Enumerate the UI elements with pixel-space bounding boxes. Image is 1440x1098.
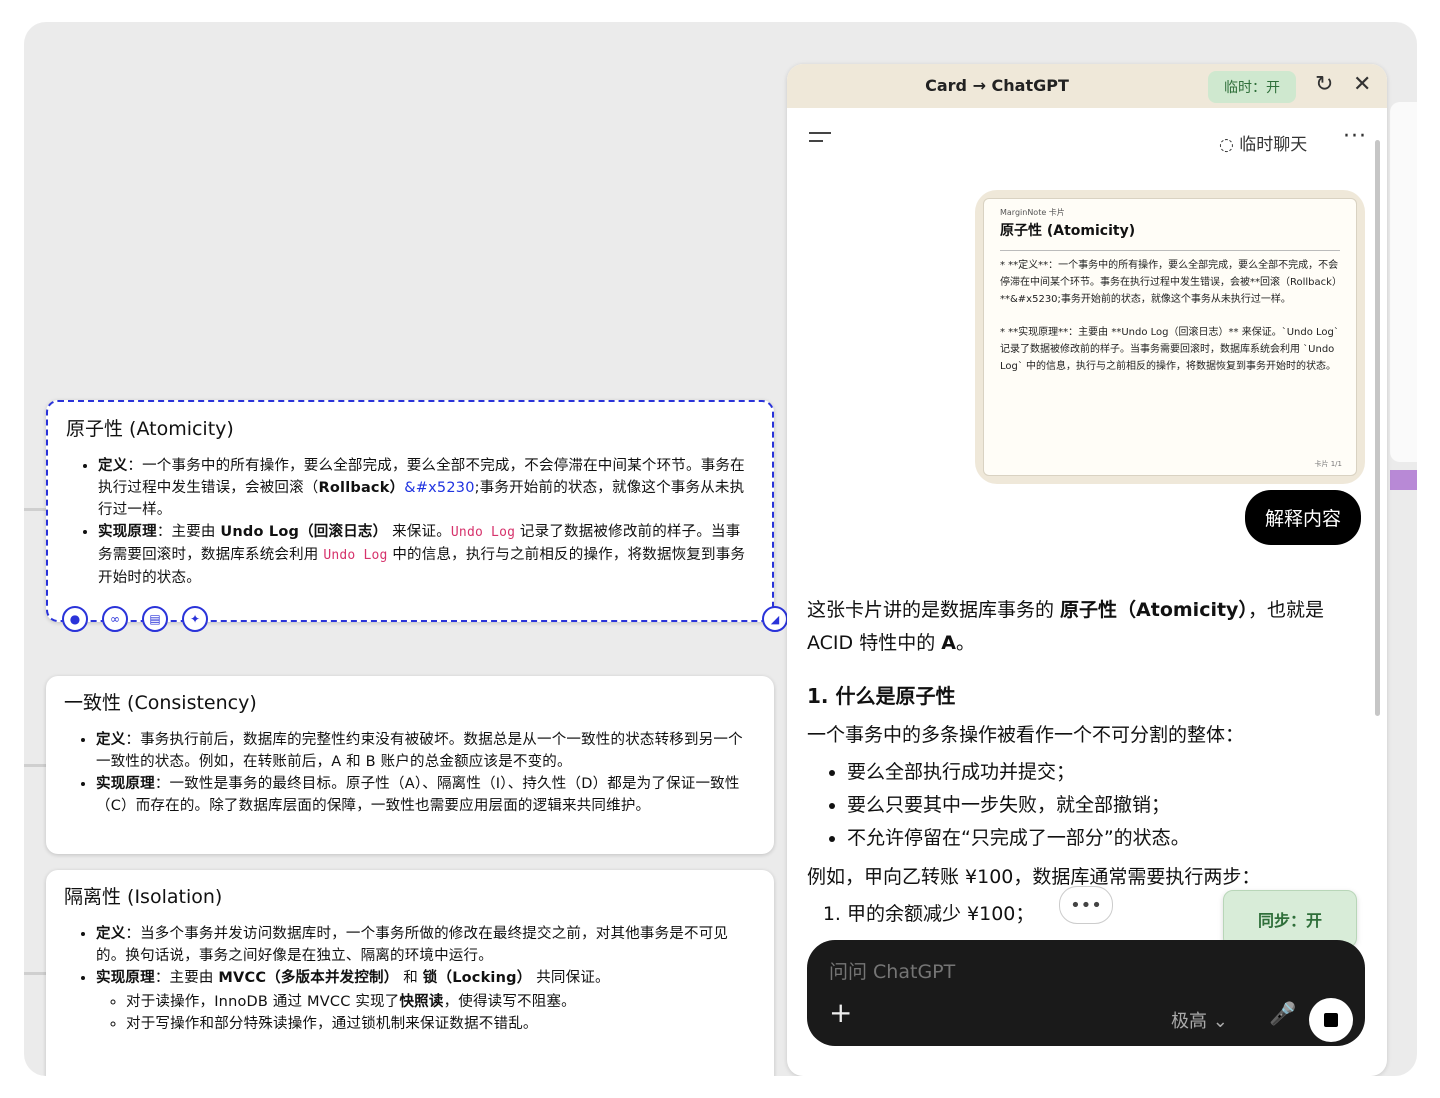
connector-line (24, 764, 46, 767)
side-tab[interactable] (1390, 470, 1417, 490)
card-title: 隔离性 (Isolation) (64, 886, 223, 908)
list-item: 实现原理：主要由 MVCC（多版本并发控制） 和 锁（Locking） 共同保证… (96, 967, 756, 1035)
microphone-icon[interactable]: 🎤 (1269, 1002, 1296, 1027)
more-actions-button[interactable]: ••• (1059, 886, 1113, 924)
refresh-icon[interactable]: ↻ (1315, 72, 1333, 97)
merge-icon[interactable]: ▤ (142, 606, 168, 632)
card-toolbar: ● ∞ ▤ ✦ (62, 606, 208, 632)
card-list: 定义：事务执行前后，数据库的完整性约束没有被破坏。数据总是从一个一致性的状态转移… (64, 729, 756, 817)
model-selector[interactable]: 极高 ⌄ (1171, 1007, 1228, 1033)
composer: + 极高 ⌄ 🎤 (807, 940, 1365, 1046)
answer-bullets: 要么全部执行成功并提交； 要么只要其中一步失败，就全部撤销； 不允许停留在“只完… (807, 756, 1367, 855)
list-item: 对于读操作，InnoDB 通过 MVCC 实现了快照读，使得读写不阻塞。 (126, 991, 756, 1013)
answer-paragraph: 一个事务中的多条操作被看作一个不可分割的整体： (807, 724, 1245, 746)
connector-line (24, 972, 46, 975)
stop-button[interactable] (1309, 998, 1353, 1042)
assistant-message: 这张卡片讲的是数据库事务的 原子性（Atomicity），也就是 ACID 特性… (807, 594, 1367, 931)
menu-icon[interactable] (809, 132, 831, 148)
list-item: 实现原理：一致性是事务的最终目标。原子性（A）、隔离性（I）、持久性（D）都是为… (96, 773, 756, 817)
note-paragraph: * **实现原理**：主要由 **Undo Log（回滚日志）** 来保证。`U… (1000, 327, 1339, 372)
answer-intro: 这张卡片讲的是数据库事务的 原子性（Atomicity），也就是 ACID 特性… (807, 599, 1324, 654)
card-list: 定义：当多个事务并发访问数据库时，一个事务所做的修改在最终提交之前，对其他事务是… (64, 923, 756, 1035)
temp-toggle-button[interactable]: 临时：开 (1208, 71, 1296, 103)
card-consistency[interactable]: 一致性 (Consistency) 定义：事务执行前后，数据库的完整性约束没有被… (46, 676, 774, 854)
close-icon[interactable]: ✕ (1353, 72, 1371, 97)
list-item: 不允许停留在“只完成了一部分”的状态。 (847, 822, 1367, 855)
sparkle-icon[interactable]: ✦ (182, 606, 208, 632)
side-toolbar (1390, 102, 1417, 462)
comment-icon[interactable]: ● (62, 606, 88, 632)
list-item: 要么只要其中一步失败，就全部撤销； (847, 789, 1367, 822)
note-app-label: MarginNote 卡片 (1000, 208, 1065, 217)
sub-list: 对于读操作，InnoDB 通过 MVCC 实现了快照读，使得读写不阻塞。 对于写… (96, 991, 756, 1035)
card-isolation[interactable]: 隔离性 (Isolation) 定义：当多个事务并发访问数据库时，一个事务所做的… (46, 870, 774, 1076)
note-paragraph: * **定义**：一个事务中的所有操作，要么全部完成，要么全部不完成，不会停滞在… (1000, 260, 1339, 305)
app-window: 原子性 (Atomicity) 定义：一个事务中的所有操作，要么全部完成，要么全… (24, 22, 1417, 1076)
plus-icon[interactable]: + (829, 996, 852, 1029)
chat-input[interactable] (827, 960, 1231, 984)
list-item: 对于写操作和部分特殊读操作，通过锁机制来保证数据不错乱。 (126, 1013, 756, 1035)
stop-icon (1324, 1013, 1338, 1027)
list-item: 实现原理：主要由 Undo Log（回滚日志） 来保证。Undo Log 记录了… (98, 521, 754, 589)
list-item: 要么全部执行成功并提交； (847, 756, 1367, 789)
chat-panel: Card → ChatGPT 临时：开 ↻ ✕ ◌ 临时聊天 ··· Margi… (787, 64, 1387, 1076)
more-icon[interactable]: ··· (1343, 124, 1367, 149)
link-icon[interactable]: ∞ (102, 606, 128, 632)
panel-title: Card → ChatGPT (925, 76, 1069, 95)
card-atomicity[interactable]: 原子性 (Atomicity) 定义：一个事务中的所有操作，要么全部完成，要么全… (46, 400, 788, 632)
resize-handle-icon[interactable]: ◢ (762, 606, 788, 632)
note-title: 原子性 (Atomicity) (1000, 223, 1136, 239)
chat-header: ◌ 临时聊天 ··· (787, 108, 1387, 178)
panel-titlebar: Card → ChatGPT 临时：开 ↻ ✕ (787, 64, 1387, 108)
note-card-image: MarginNote 卡片 原子性 (Atomicity) * **定义**：一… (975, 190, 1365, 484)
connector-line (24, 508, 46, 511)
list-item: 定义：事务执行前后，数据库的完整性约束没有被破坏。数据总是从一个一致性的状态转移… (96, 729, 756, 773)
divider (1000, 250, 1340, 251)
explain-content-button[interactable]: 解释内容 (1245, 490, 1362, 545)
note-footer: 卡片 1/1 (1314, 460, 1343, 468)
scrollbar[interactable] (1375, 140, 1380, 716)
note-card-inner: MarginNote 卡片 原子性 (Atomicity) * **定义**：一… (983, 198, 1357, 476)
answer-heading: 1. 什么是原子性 (807, 684, 956, 708)
card-title: 原子性 (Atomicity) (66, 418, 234, 440)
card-title: 一致性 (Consistency) (64, 692, 257, 714)
list-item: 定义：当多个事务并发访问数据库时，一个事务所做的修改在最终提交之前，对其他事务是… (96, 923, 756, 967)
card-list: 定义：一个事务中的所有操作，要么全部完成，要么全部不完成，不会停滞在中间某个环节… (66, 455, 754, 589)
list-item: 定义：一个事务中的所有操作，要么全部完成，要么全部不完成，不会停滞在中间某个环节… (98, 455, 754, 521)
temp-chat-button[interactable]: ◌ 临时聊天 (1219, 130, 1307, 155)
